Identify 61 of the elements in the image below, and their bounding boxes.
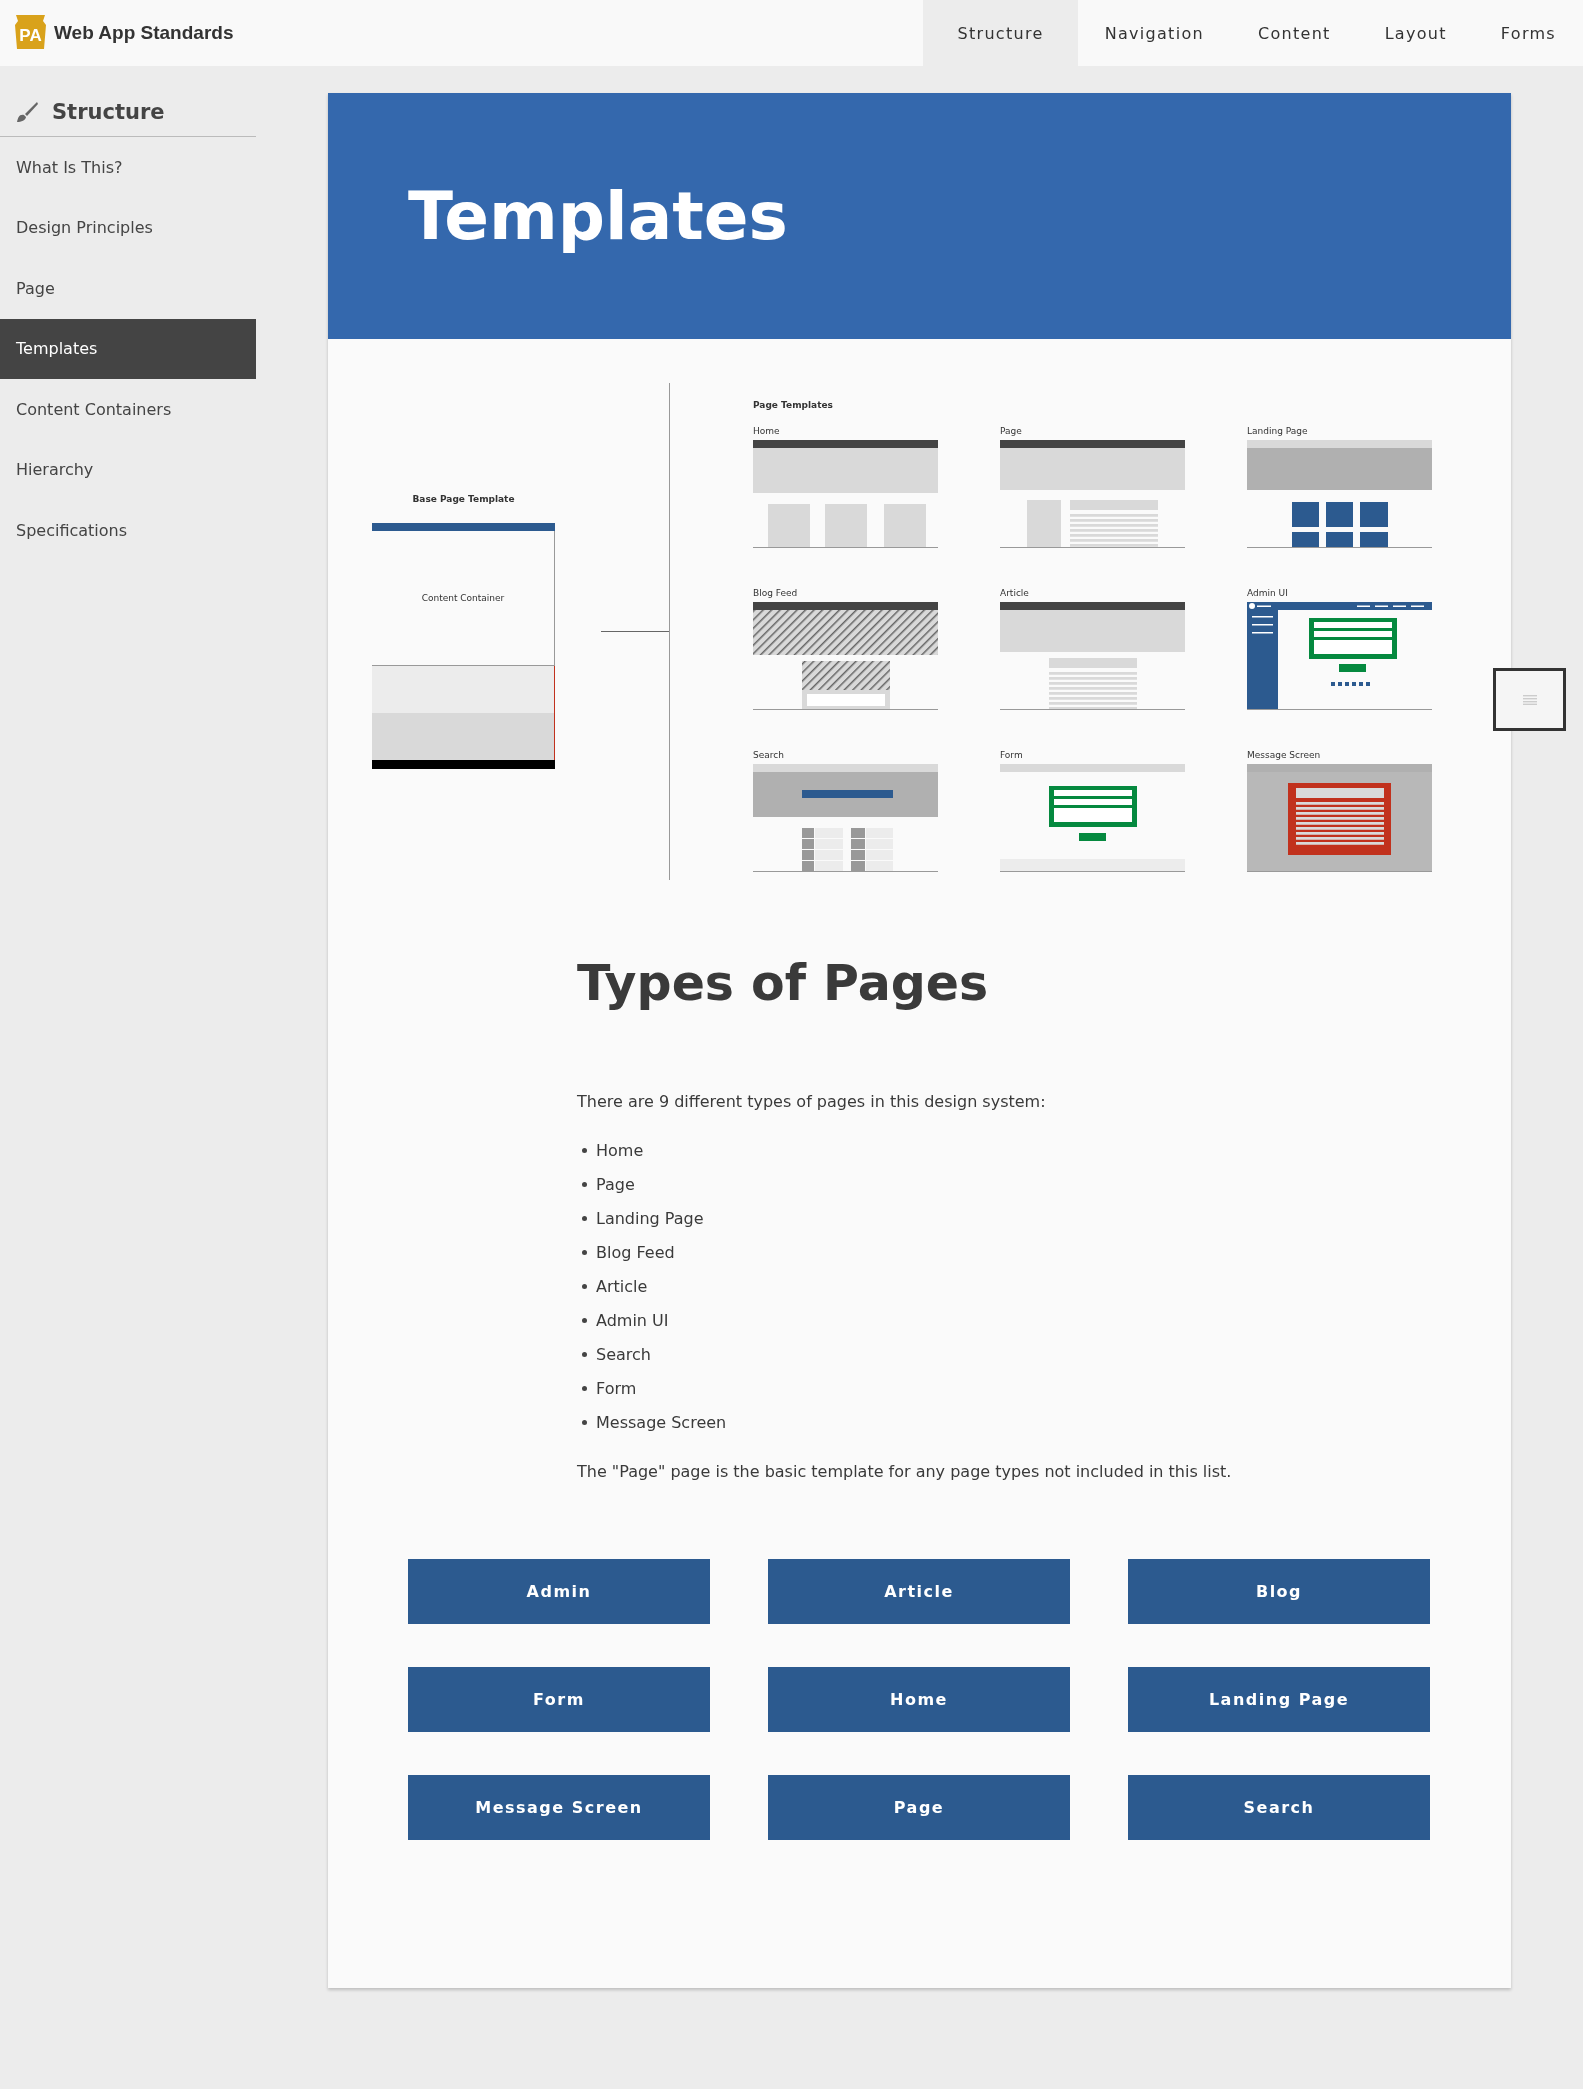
sidebar-item[interactable]: Hierarchy — [0, 439, 256, 500]
template-button[interactable]: Message Screen — [408, 1775, 710, 1840]
bullet-icon — [582, 1420, 587, 1425]
list-item: Message Screen — [596, 1413, 727, 1432]
bullet-icon — [582, 1284, 587, 1289]
menu-toggle-button[interactable] — [1493, 668, 1566, 731]
bullet-icon — [582, 1148, 587, 1153]
template-button[interactable]: Blog — [1128, 1559, 1430, 1624]
nav-tab[interactable]: Layout — [1357, 0, 1474, 66]
template-button[interactable]: Article — [768, 1559, 1070, 1624]
diagram-label: Page Templates — [753, 400, 833, 410]
diagram-label: Search — [753, 750, 785, 760]
diagram-label: Base Page Template — [411, 494, 516, 504]
nav-tab[interactable]: Structure — [923, 0, 1078, 66]
bullet-icon — [582, 1386, 587, 1391]
paintbrush-icon — [16, 101, 38, 123]
site-title: Web App Standards — [54, 22, 234, 44]
keystone-logo-icon: PA — [13, 15, 48, 51]
bullet-icon — [582, 1182, 587, 1187]
diagram-label: Message Screen — [1247, 750, 1322, 760]
page-title: Templates — [408, 177, 788, 255]
sidebar-item[interactable]: Specifications — [0, 500, 256, 561]
diagram-label: Content Container — [421, 593, 505, 603]
list-item: Blog Feed — [596, 1243, 675, 1262]
template-button[interactable]: Form — [408, 1667, 710, 1732]
diagram-label: Admin UI — [1247, 588, 1289, 598]
bullet-icon — [582, 1216, 587, 1221]
sidebar-item[interactable]: Page — [0, 258, 256, 319]
nav-tab[interactable]: Navigation — [1077, 0, 1231, 66]
sidebar-item[interactable]: Templates — [0, 318, 256, 379]
list-item: Landing Page — [596, 1209, 704, 1228]
sidebar-item[interactable]: Content Containers — [0, 379, 256, 440]
list-item: Article — [596, 1277, 648, 1296]
bullet-icon — [582, 1250, 587, 1255]
diagram-label: Landing Page — [1247, 426, 1309, 436]
list-item: Form — [596, 1379, 637, 1398]
diagram-label: Article — [1000, 588, 1030, 598]
paragraph: There are 9 different types of pages in this design system: — [577, 1092, 1047, 1111]
diagram-label: Page — [1000, 426, 1023, 436]
template-button[interactable]: Home — [768, 1667, 1070, 1732]
section-heading: Types of Pages — [577, 955, 990, 1012]
nav-tab[interactable]: Content — [1230, 0, 1358, 66]
template-button[interactable]: Landing Page — [1128, 1667, 1430, 1732]
diagram-label: Blog Feed — [753, 588, 799, 598]
template-button[interactable]: Page — [768, 1775, 1070, 1840]
bullet-icon — [582, 1318, 587, 1323]
list-item: Home — [596, 1141, 644, 1160]
diagram-label: Home — [753, 426, 781, 436]
sidebar-heading: Structure — [52, 100, 165, 124]
template-button[interactable]: Search — [1128, 1775, 1430, 1840]
list-item: Search — [596, 1345, 651, 1364]
paragraph: The "Page" page is the basic template for any page types not included in this list. — [577, 1462, 1233, 1481]
sidebar-item[interactable]: What Is This? — [0, 137, 256, 198]
sidebar-item[interactable]: Design Principles — [0, 197, 256, 258]
bullet-icon — [582, 1352, 587, 1357]
nav-tab[interactable]: Forms — [1473, 0, 1583, 66]
menu-icon — [1522, 694, 1537, 705]
list-item: Page — [596, 1175, 635, 1194]
template-button[interactable]: Admin — [408, 1559, 710, 1624]
list-item: Admin UI — [596, 1311, 669, 1330]
diagram-label: Form — [1000, 750, 1024, 760]
